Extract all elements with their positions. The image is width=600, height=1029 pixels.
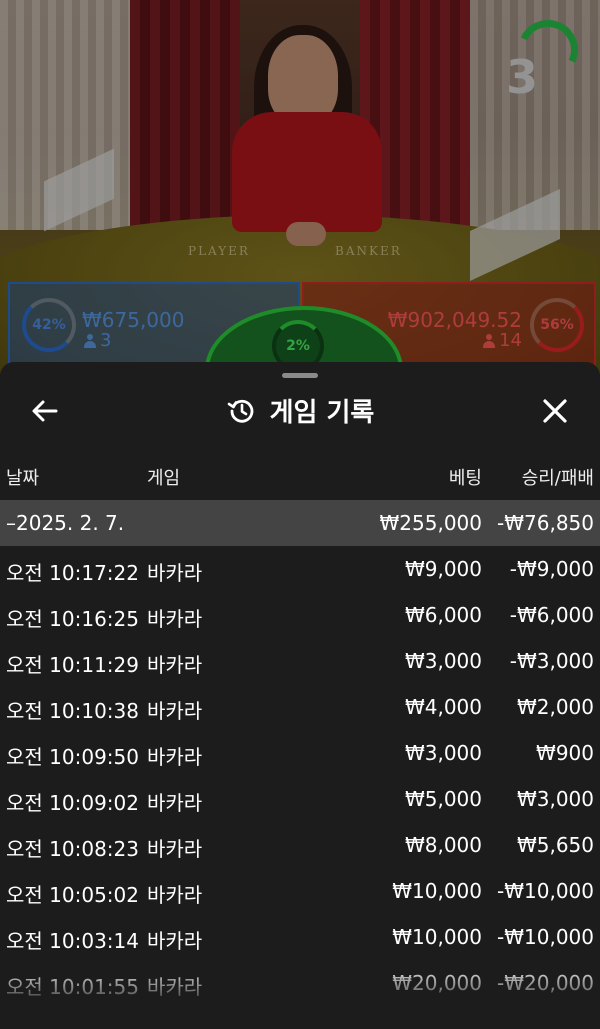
row-game: 바카라 bbox=[147, 699, 203, 723]
table-row[interactable]: 오전 10:16:25 바카라 ₩6,000 -₩6,000 bbox=[0, 592, 600, 638]
row-time: 오전 10:01:55 bbox=[6, 975, 139, 999]
row-bet: ₩5,000 bbox=[404, 787, 482, 811]
row-result: -₩6,000 bbox=[509, 603, 594, 627]
page-title: 게임 기록 bbox=[0, 392, 600, 429]
row-game: 바카라 bbox=[147, 975, 203, 999]
sheet-header: 게임 기록 bbox=[0, 384, 600, 440]
row-bet: ₩3,000 bbox=[404, 649, 482, 673]
row-time: 오전 10:09:50 bbox=[6, 745, 139, 769]
game-history-sheet: 게임 기록 날짜 게임 베팅 승리/패배 –2025. 2. 7. ₩255,0… bbox=[0, 362, 600, 1029]
col-bet: 베팅 bbox=[448, 468, 482, 489]
row-bet: ₩20,000 bbox=[392, 971, 482, 995]
table-row[interactable]: 오전 10:09:02 바카라 ₩5,000 ₩3,000 bbox=[0, 776, 600, 822]
row-game: 바카라 bbox=[147, 929, 203, 953]
row-game: 바카라 bbox=[147, 745, 203, 769]
video-dim-overlay bbox=[0, 0, 600, 380]
col-game: 게임 bbox=[147, 468, 181, 489]
row-result: -₩10,000 bbox=[497, 879, 594, 903]
row-game: 바카라 bbox=[147, 653, 203, 677]
col-date: 날짜 bbox=[6, 468, 40, 489]
date-summary-row[interactable]: –2025. 2. 7. ₩255,000 -₩76,850 bbox=[0, 500, 600, 546]
row-bet: ₩10,000 bbox=[392, 879, 482, 903]
row-time: 오전 10:08:23 bbox=[6, 837, 139, 861]
table-row[interactable]: 오전 10:17:22 바카라 ₩9,000 -₩9,000 bbox=[0, 546, 600, 592]
summary-bet: ₩255,000 bbox=[379, 511, 482, 535]
close-icon bbox=[543, 399, 567, 423]
table-row[interactable]: 오전 10:08:23 바카라 ₩8,000 ₩5,650 bbox=[0, 822, 600, 868]
row-result: ₩5,650 bbox=[516, 833, 594, 857]
row-game: 바카라 bbox=[147, 561, 203, 585]
row-game: 바카라 bbox=[147, 883, 203, 907]
row-bet: ₩3,000 bbox=[404, 741, 482, 765]
row-time: 오전 10:16:25 bbox=[6, 607, 139, 631]
row-time: 오전 10:17:22 bbox=[6, 561, 139, 585]
col-result: 승리/패배 bbox=[521, 468, 594, 489]
row-game: 바카라 bbox=[147, 837, 203, 861]
row-bet: ₩8,000 bbox=[404, 833, 482, 857]
row-result: -₩20,000 bbox=[497, 971, 594, 995]
row-result: ₩2,000 bbox=[516, 695, 594, 719]
row-time: 오전 10:05:02 bbox=[6, 883, 139, 907]
row-result: -₩9,000 bbox=[509, 557, 594, 581]
row-time: 오전 10:09:02 bbox=[6, 791, 139, 815]
row-time: 오전 10:11:29 bbox=[6, 653, 139, 677]
row-bet: ₩6,000 bbox=[404, 603, 482, 627]
row-result: -₩3,000 bbox=[509, 649, 594, 673]
drag-handle[interactable] bbox=[282, 373, 318, 378]
row-bet: ₩4,000 bbox=[404, 695, 482, 719]
row-result: -₩10,000 bbox=[497, 925, 594, 949]
row-result: ₩3,000 bbox=[516, 787, 594, 811]
summary-result: -₩76,850 bbox=[497, 511, 594, 535]
column-headers: 날짜 게임 베팅 승리/패배 bbox=[0, 462, 600, 494]
row-time: 오전 10:03:14 bbox=[6, 929, 139, 953]
table-row[interactable]: 오전 10:11:29 바카라 ₩3,000 -₩3,000 bbox=[0, 638, 600, 684]
history-icon bbox=[227, 399, 254, 423]
close-button[interactable] bbox=[538, 394, 572, 428]
row-bet: ₩10,000 bbox=[392, 925, 482, 949]
row-game: 바카라 bbox=[147, 607, 203, 631]
table-row[interactable]: 오전 10:05:02 바카라 ₩10,000 -₩10,000 bbox=[0, 868, 600, 914]
row-result: ₩900 bbox=[536, 741, 594, 765]
table-row[interactable]: 오전 10:01:55 바카라 ₩20,000 -₩20,000 bbox=[0, 960, 600, 1006]
row-time: 오전 10:10:38 bbox=[6, 699, 139, 723]
table-row[interactable]: 오전 10:09:50 바카라 ₩3,000 ₩900 bbox=[0, 730, 600, 776]
table-row[interactable]: 오전 10:03:14 바카라 ₩10,000 -₩10,000 bbox=[0, 914, 600, 960]
title-text: 게임 기록 bbox=[269, 398, 375, 428]
row-bet: ₩9,000 bbox=[404, 557, 482, 581]
table-row[interactable]: 오전 10:10:38 바카라 ₩4,000 ₩2,000 bbox=[0, 684, 600, 730]
row-game: 바카라 bbox=[147, 791, 203, 815]
summary-date: –2025. 2. 7. bbox=[6, 511, 125, 535]
